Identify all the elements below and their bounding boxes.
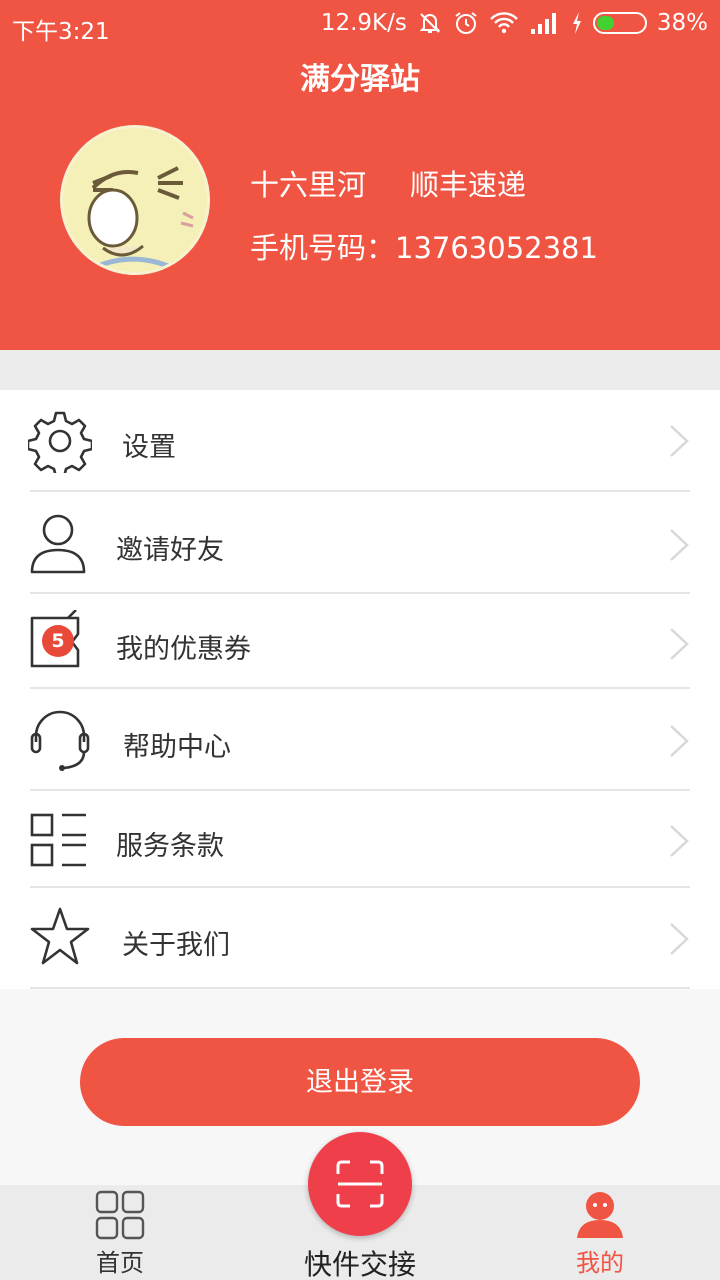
person-icon <box>28 510 92 574</box>
signal-icon <box>529 11 561 35</box>
scan-icon <box>336 1160 384 1208</box>
star-icon <box>28 905 92 969</box>
alarm-icon <box>453 10 479 36</box>
status-bar: 下午3:21 12.9K/s 38% <box>0 0 720 50</box>
menu-item-settings[interactable]: 设置 <box>0 390 720 492</box>
menu-item-help[interactable]: 帮助中心 <box>0 689 720 791</box>
menu-label-invite: 邀请好友 <box>116 535 224 566</box>
menu-label-coupons: 我的优惠券 <box>116 634 251 665</box>
user-phone: 手机号码：13763052381 <box>250 231 598 265</box>
menu-label-terms: 服务条款 <box>116 831 224 862</box>
menu-item-about[interactable]: 关于我们 <box>0 888 720 989</box>
battery-percent: 38% <box>656 10 708 36</box>
gear-icon <box>26 409 94 479</box>
headset-icon <box>28 708 92 772</box>
menu-label-about: 关于我们 <box>122 930 230 961</box>
mute-icon <box>417 10 443 36</box>
user-info: 十六里河 顺丰速递 <box>250 162 526 204</box>
network-speed: 12.9K/s <box>320 10 407 36</box>
profile-header: 下午3:21 12.9K/s 38% 满分驿站 十六里河 顺丰速递 手机号码：1… <box>0 0 720 350</box>
tab-home-label: 首页 <box>96 1249 144 1277</box>
chevron-right-icon <box>670 825 689 857</box>
user-icon <box>577 1192 623 1238</box>
chevron-right-icon <box>670 628 689 660</box>
wifi-icon <box>489 11 519 35</box>
menu-item-terms[interactable]: 服务条款 <box>0 791 720 888</box>
chevron-right-icon <box>670 725 689 757</box>
charging-icon <box>571 11 583 35</box>
chevron-right-icon <box>670 425 689 457</box>
status-icons: 12.9K/s 38% <box>321 10 708 36</box>
user-location: 十六里河 <box>250 168 367 202</box>
menu-item-invite[interactable]: 邀请好友 <box>0 492 720 594</box>
scan-button[interactable] <box>308 1132 412 1236</box>
logout-button[interactable]: 退出登录 <box>80 1038 640 1126</box>
grid-icon <box>95 1190 145 1240</box>
avatar[interactable] <box>60 125 210 275</box>
chevron-right-icon <box>670 923 689 955</box>
divider <box>30 987 690 989</box>
menu-label-help: 帮助中心 <box>123 732 231 763</box>
user-courier: 顺丰速递 <box>410 168 527 202</box>
tab-mine[interactable]: 我的 <box>540 1185 660 1280</box>
menu-list: 设置 邀请好友 5 我的优惠券 帮助中心 服务条款 关于我们 <box>0 390 720 989</box>
page-title: 满分驿站 <box>300 62 420 97</box>
list-icon <box>28 809 92 873</box>
tab-home[interactable]: 首页 <box>60 1185 180 1280</box>
coupon-count-badge: 5 <box>42 625 74 657</box>
section-spacer <box>0 350 720 390</box>
battery-icon <box>592 12 647 34</box>
coupon-icon: 5 <box>28 609 92 674</box>
tab-mine-label: 我的 <box>576 1249 624 1277</box>
status-time: 下午3:21 <box>12 19 110 45</box>
tab-scan-label[interactable]: 快件交接 <box>260 1243 460 1280</box>
menu-item-coupons[interactable]: 5 我的优惠券 <box>0 594 720 689</box>
menu-label-settings: 设置 <box>122 432 176 463</box>
chevron-right-icon <box>670 529 689 561</box>
